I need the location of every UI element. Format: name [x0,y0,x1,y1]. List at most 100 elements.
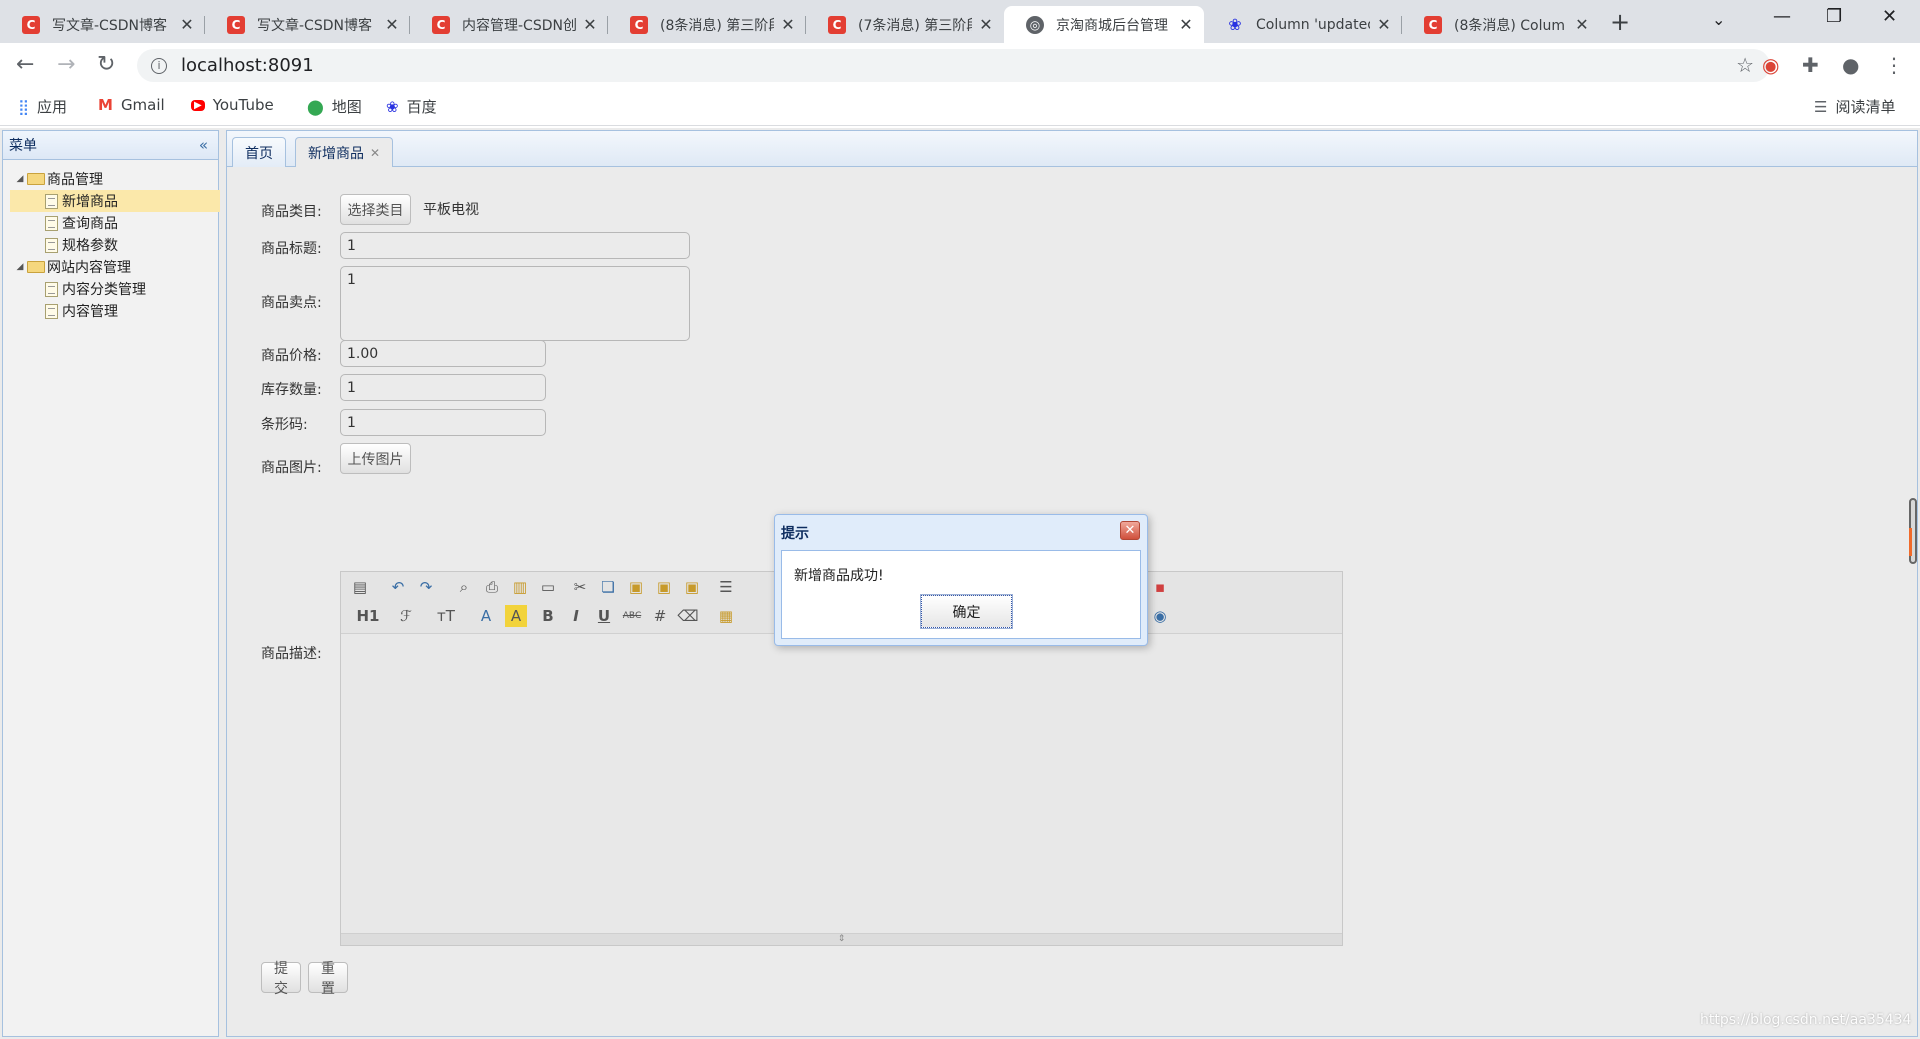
tree-item-content-category[interactable]: 内容分类管理 [3,278,218,300]
table-grid-icon[interactable]: # [649,605,671,627]
close-icon[interactable]: ✕ [1574,15,1590,34]
puzzle-extensions-icon[interactable]: ✚ [1802,53,1819,77]
bookmark-gmail[interactable]: M Gmail [98,96,165,114]
browser-tab[interactable]: C 写文章-CSDN博客 ✕ [0,6,205,43]
close-icon[interactable]: ✕ [179,15,195,34]
tree-node-goods-management[interactable]: ◢ 商品管理 [3,168,218,190]
select-category-button[interactable]: 选择类目 [340,194,411,225]
tab-home[interactable]: 首页 [232,137,286,167]
browser-tab-strip: C 写文章-CSDN博客 ✕ C 写文章-CSDN博客 ✕ C 内容管理-CSD… [0,0,1920,43]
dialog-body: 新增商品成功! 确定 [781,550,1141,639]
youtube-icon: ▶ [191,99,205,111]
collapse-double-chevron-icon[interactable]: « [199,136,208,154]
bold-button[interactable]: B [537,605,559,627]
expand-triangle-icon[interactable]: ◢ [13,174,27,184]
sell-point-textarea[interactable]: 1 [340,266,690,341]
info-icon[interactable]: i [151,57,167,74]
cut-icon[interactable]: ✂ [569,576,591,598]
browser-tab[interactable]: C 写文章-CSDN博客 ✕ [205,6,410,43]
tree-item-spec-params[interactable]: 规格参数 [3,234,218,256]
reload-icon[interactable]: ↻ [97,52,115,77]
profile-avatar-icon[interactable]: ● [1842,53,1859,77]
reset-button[interactable]: 重置 [308,961,348,997]
tree-item-query-goods[interactable]: 查询商品 [3,212,218,234]
address-bar[interactable]: i localhost:8091 ☆ [137,49,1770,82]
italic-button[interactable]: I [565,605,587,627]
preview-icon[interactable]: ⌕ [453,576,475,598]
copy-icon[interactable]: ❏ [597,576,619,598]
strikethrough-button[interactable]: ABC [621,605,643,627]
browser-tab[interactable]: C (8条消息) Colum ✕ [1402,6,1600,43]
restore-icon[interactable]: ❐ [1826,6,1842,27]
font-color-button[interactable]: A [475,605,497,627]
print-icon[interactable]: ⎙ [481,576,503,598]
bookmark-youtube[interactable]: ▶ YouTube [191,96,274,114]
font-family-dropdown[interactable]: ℱ [391,605,421,627]
tab-search-icon[interactable]: ⌄ [1712,10,1725,29]
undo-icon[interactable]: ↶ [387,576,409,598]
help-icon[interactable]: ◉ [1149,605,1171,627]
back-arrow-icon[interactable]: ← [16,52,34,77]
tab-close-icon[interactable]: ✕ [370,146,380,160]
code-icon[interactable]: ▭ [537,576,559,598]
tab-add-goods[interactable]: 新增商品 ✕ [295,137,394,167]
editor-content-area[interactable] [341,634,1342,934]
upload-image-button[interactable]: 上传图片 [340,443,411,474]
sidebar-menu: 菜单 « ◢ 商品管理 新增商品 查询商品 规格参数 ◢ 网站内容管理 内容分类… [2,130,220,1037]
paste-icon[interactable]: ▣ [625,576,647,598]
barcode-input[interactable] [340,409,546,436]
browser-tab[interactable]: ❀ Column 'updated' ✕ [1204,6,1402,43]
highlight-color-button[interactable]: A [505,605,527,627]
close-icon[interactable]: ✕ [582,15,598,34]
tree-node-site-content[interactable]: ◢ 网站内容管理 [3,256,218,278]
apps-grid-icon: ⣿ [18,97,29,116]
close-icon[interactable]: ✕ [780,15,796,34]
csdn-icon: C [227,15,245,34]
paste-word-icon[interactable]: ▣ [681,576,703,598]
browser-tab[interactable]: C (8条消息) 第三阶段 ✕ [608,6,806,43]
bookmark-star-icon[interactable]: ☆ [1736,53,1754,77]
close-icon[interactable]: ✕ [384,15,400,34]
more-menu-icon[interactable]: ⋮ [1884,53,1904,77]
bookmark-baidu[interactable]: ❀ 百度 [386,96,437,117]
chrome-extension-icon[interactable]: ◉ [1762,53,1779,77]
template-icon[interactable]: ▥ [509,576,531,598]
browser-tab[interactable]: C (7条消息) 第三阶段 ✕ [806,6,1004,43]
page-tabs-bar: 首页 新增商品 ✕ [227,131,1917,167]
redo-icon[interactable]: ↷ [415,576,437,598]
paste-text-icon[interactable]: ▣ [653,576,675,598]
eraser-icon[interactable]: ⌫ [677,605,699,627]
minimize-icon[interactable]: — [1773,6,1791,27]
bookmark-maps[interactable]: ⬤ 地图 [307,96,362,117]
source-code-icon[interactable]: ▤ [349,576,371,598]
submit-button[interactable]: 提交 [261,961,301,997]
font-size-dropdown[interactable]: тT [429,605,463,627]
gmail-icon: M [98,96,113,114]
bookmark-apps[interactable]: ⣿ 应用 [18,96,67,117]
editor-resize-handle[interactable]: ⇕ [341,933,1342,945]
tree-item-content-management[interactable]: 内容管理 [3,300,218,322]
browser-tab-active[interactable]: ◎ 京淘商城后台管理 ✕ [1004,6,1204,43]
stock-input[interactable] [340,374,546,401]
toolbar-icon[interactable]: ▪ [1149,576,1171,598]
csdn-icon: C [630,15,648,34]
close-icon[interactable]: ✕ [1178,15,1194,34]
forward-arrow-icon[interactable]: → [57,52,75,77]
reading-list[interactable]: ☰ 阅读清单 [1814,96,1895,117]
new-tab-plus-icon[interactable]: + [1610,8,1630,36]
tree-item-add-goods[interactable]: 新增商品 [10,190,220,212]
close-icon[interactable]: ✕ [1376,15,1392,34]
insert-image-icon[interactable]: ▦ [715,605,737,627]
page-scrollbar-thumb[interactable] [1909,498,1917,564]
title-input[interactable] [340,232,690,259]
browser-tab[interactable]: C 内容管理-CSDN创 ✕ [410,6,608,43]
underline-button[interactable]: U [593,605,615,627]
close-window-icon[interactable]: ✕ [1882,6,1897,27]
dialog-close-icon[interactable]: ✕ [1120,521,1140,540]
heading-dropdown[interactable]: H1 [351,605,385,627]
confirm-button[interactable]: 确定 [920,594,1013,629]
price-input[interactable] [340,340,546,367]
close-icon[interactable]: ✕ [978,15,994,34]
expand-triangle-icon[interactable]: ◢ [13,262,27,272]
align-left-icon[interactable]: ☰ [715,576,737,598]
